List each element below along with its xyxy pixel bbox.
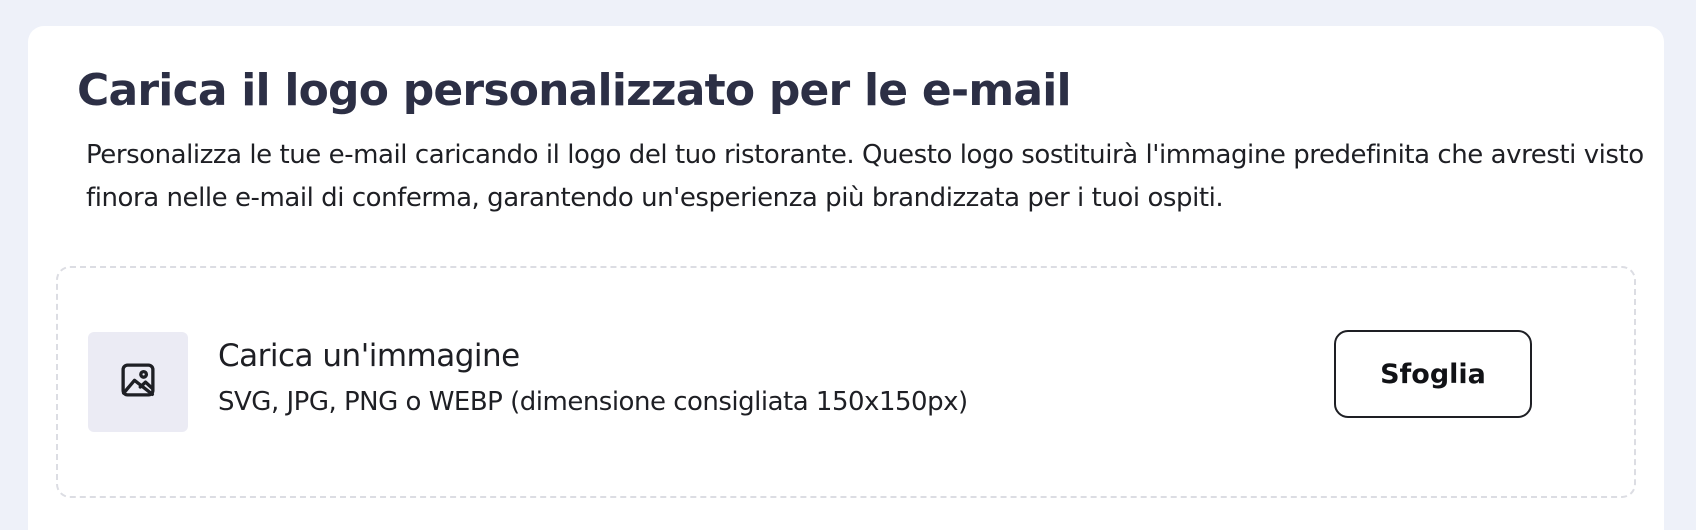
- logo-upload-card: Carica il logo personalizzato per le e-m…: [28, 26, 1664, 530]
- image-icon: [117, 359, 159, 406]
- browse-button[interactable]: Sfoglia: [1334, 330, 1532, 418]
- card-description: Personalizza le tue e-mail caricando il …: [86, 140, 1644, 213]
- card-title: Carica il logo personalizzato per le e-m…: [77, 65, 1072, 116]
- upload-format-hint: SVG, JPG, PNG o WEBP (dimensione consigl…: [218, 387, 968, 417]
- image-placeholder: [88, 332, 188, 432]
- upload-dropzone[interactable]: Carica un'immagine SVG, JPG, PNG o WEBP …: [56, 266, 1636, 498]
- upload-title: Carica un'immagine: [218, 338, 520, 374]
